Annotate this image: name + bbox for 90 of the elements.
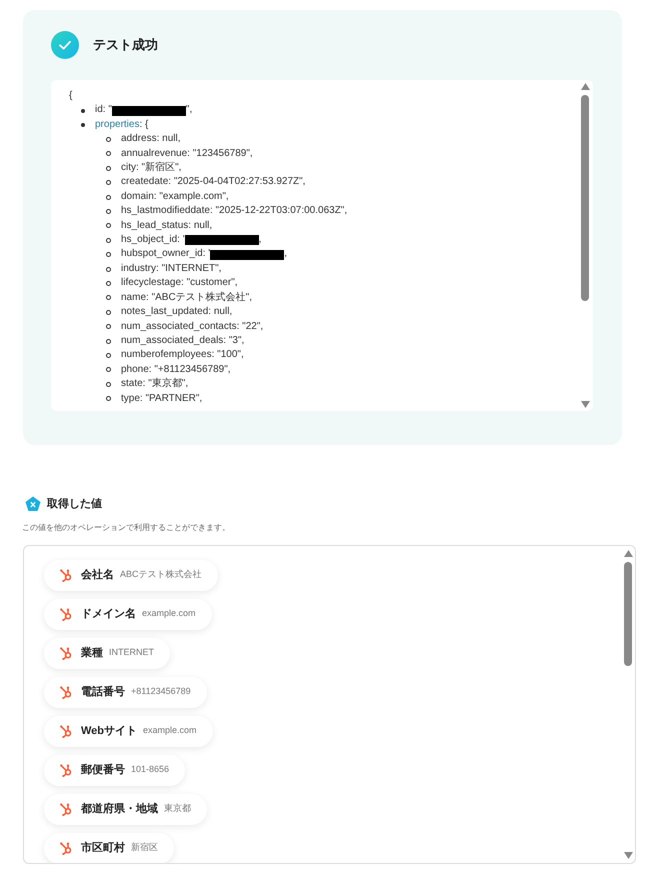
code-line: state: "東京都", <box>121 377 188 392</box>
property-key: properties <box>95 118 140 132</box>
value-text: example.com <box>143 724 197 738</box>
value-chip[interactable]: 市区町村 新宿区 <box>44 832 174 862</box>
code-line: : { <box>139 118 148 132</box>
code-line: createdate: "2025-04-04T02:27:53.927Z", <box>121 175 306 190</box>
variable-icon <box>25 496 41 512</box>
code-line: numberofemployees: "100", <box>121 348 244 362</box>
hub-icon <box>60 646 73 660</box>
bullet-icon <box>106 166 111 171</box>
code-line: name: "ABCテスト株式会社", <box>121 290 252 305</box>
code-line: phone: "+81123456789", <box>121 362 231 377</box>
value-label: 郵便番号 <box>81 762 125 778</box>
hub-icon <box>60 764 73 776</box>
section-description: この値を他のオペレーションで利用することができます。 <box>22 522 231 534</box>
value-label: Webサイト <box>81 724 138 739</box>
code-line: industry: "INTERNET", <box>121 262 222 276</box>
value-text: +81123456789 <box>131 685 191 698</box>
code-line: hs_lead_status: null, <box>121 218 212 233</box>
result-title: テスト成功 <box>93 36 158 54</box>
bullet-icon <box>106 295 111 300</box>
bullet-icon <box>106 367 111 372</box>
bullet-icon <box>106 180 111 186</box>
scroll-up-icon[interactable] <box>580 83 590 90</box>
code-line: domain: "example.com", <box>121 190 229 204</box>
code-line: lifecyclestage: "customer", <box>121 276 238 290</box>
scroll-down-icon[interactable] <box>624 852 632 858</box>
code-line: , <box>258 233 262 248</box>
value-chip[interactable]: 都道府県・地域 東京都 <box>44 794 207 824</box>
code-line: hs_lastmodifieddate: "2025-12-22T03:07:00.063Z", <box>121 204 348 218</box>
check-icon <box>51 31 79 59</box>
hub-icon <box>60 802 73 816</box>
value-chip[interactable]: 会社名 ABCテスト株式会社 <box>44 560 218 590</box>
value-chip[interactable]: ドメイン名 example.com <box>44 598 212 630</box>
section-title: 取得した値 <box>47 497 102 512</box>
scrollbar-thumb[interactable] <box>624 562 632 666</box>
scroll-down-icon[interactable] <box>580 401 590 408</box>
bullet-icon <box>106 151 111 156</box>
bullet-icon <box>106 238 111 243</box>
bullet-icon <box>106 252 111 258</box>
code-line: hs_object_id: ' <box>121 233 185 248</box>
value-label: 電話番号 <box>81 684 125 700</box>
hub-icon <box>60 724 73 738</box>
bullet-icon <box>106 266 111 272</box>
value-chip[interactable]: 郵便番号 101-8656 <box>44 754 186 786</box>
value-chip[interactable]: 電話番号 +81123456789 <box>44 676 207 708</box>
code-line: , <box>284 247 287 262</box>
code-line: type: "PARTNER", <box>121 392 202 406</box>
hub-icon <box>60 686 73 698</box>
code-line: num_associated_contacts: "22", <box>121 320 264 334</box>
code-line: hubspot_owner_id: ' <box>121 247 210 262</box>
code-line: ", <box>186 103 192 118</box>
value-text: INTERNET <box>109 646 154 660</box>
code-line: id: " <box>95 103 112 118</box>
bullet-icon <box>106 280 111 286</box>
hub-icon <box>60 568 73 582</box>
value-text: ABCテスト株式会社 <box>120 568 202 582</box>
code-line: num_associated_deals: "3", <box>121 334 244 348</box>
bullet-icon <box>106 223 111 228</box>
value-label: 業種 <box>81 646 103 661</box>
bullet-icon <box>106 324 111 330</box>
value-text: 東京都 <box>164 802 191 816</box>
value-chip[interactable]: Webサイト example.com <box>44 716 213 746</box>
hub-icon <box>60 608 73 620</box>
scroll-up-icon[interactable] <box>624 550 632 556</box>
bullet-icon <box>106 310 111 315</box>
hub-icon <box>60 842 73 854</box>
scrollbar-thumb[interactable] <box>581 95 589 301</box>
bullet-icon <box>106 396 111 402</box>
code-line: { <box>69 89 74 103</box>
value-label: ドメイン名 <box>81 606 136 622</box>
value-text: 新宿区 <box>131 841 158 854</box>
bullet-icon <box>106 208 111 214</box>
bullet-icon <box>106 382 111 387</box>
bullet-icon <box>106 194 111 200</box>
bullet-icon <box>106 353 111 358</box>
code-line: address: null, <box>121 132 180 146</box>
value-label: 都道府県・地域 <box>81 802 158 817</box>
value-text: 101-8656 <box>131 763 170 776</box>
value-label: 会社名 <box>81 568 114 583</box>
bullet-icon <box>81 123 85 128</box>
code-line: city: "新宿区", <box>121 161 182 176</box>
bullet-icon <box>106 136 111 142</box>
value-text: example.com <box>142 607 196 620</box>
code-line: notes_last_updated: null, <box>121 305 232 320</box>
value-label: 市区町村 <box>81 840 125 856</box>
bullet-icon <box>81 108 85 113</box>
bullet-icon <box>106 338 111 344</box>
code-line: annualrevenue: "123456789", <box>121 146 253 161</box>
value-chip[interactable]: 業種 INTERNET <box>44 638 170 668</box>
